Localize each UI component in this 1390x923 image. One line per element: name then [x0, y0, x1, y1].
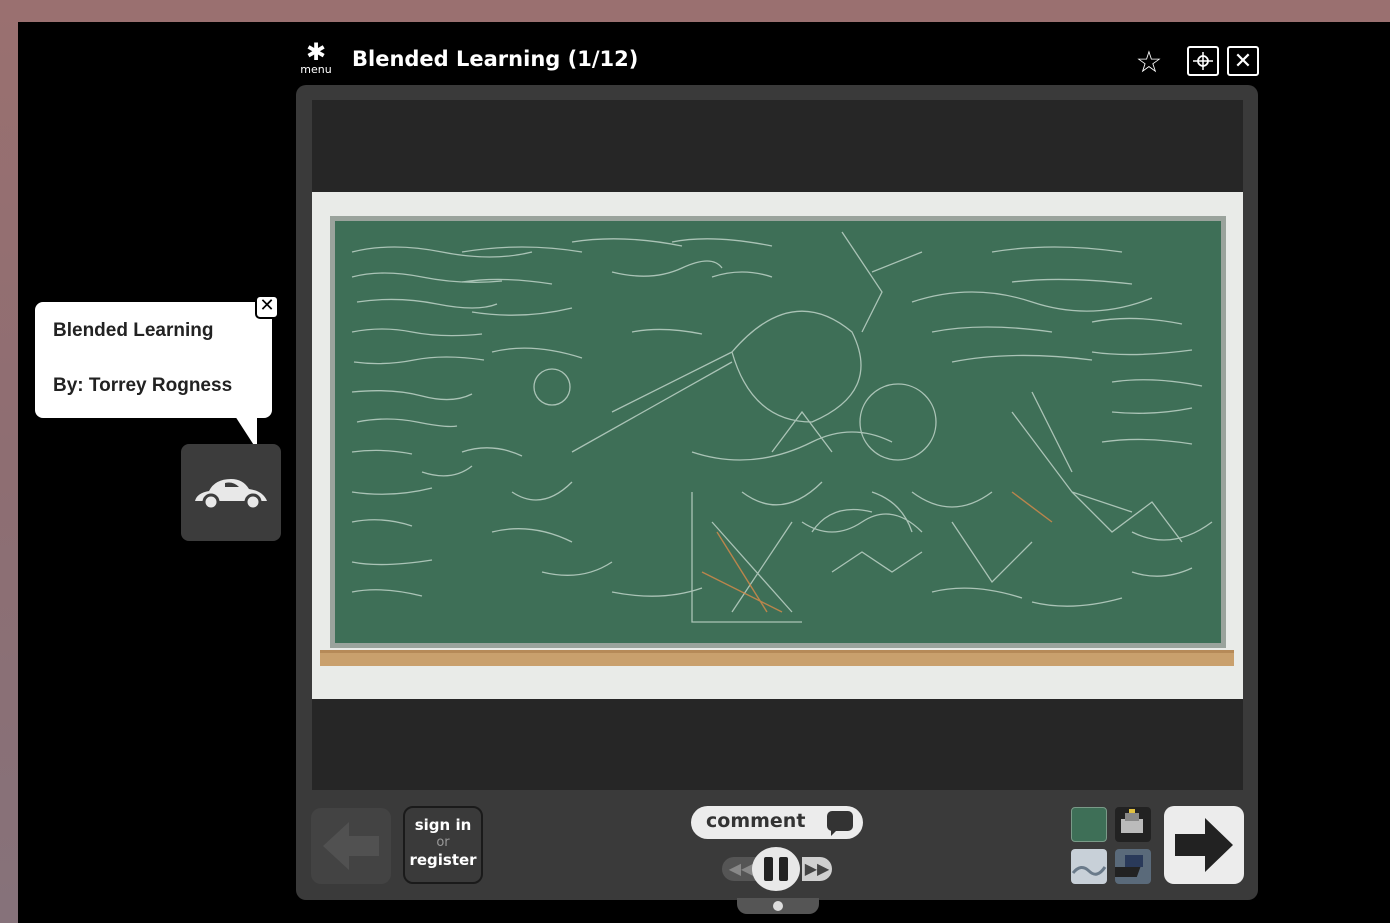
comment-button[interactable]: comment [691, 806, 863, 839]
tooltip-author: By: Torrey Rogness [53, 375, 233, 396]
gear-icon: ✱ [305, 38, 327, 66]
close-icon: ✕ [259, 295, 275, 316]
car-icon [195, 478, 267, 510]
pause-icon-bar [779, 857, 788, 881]
comment-label: comment [706, 810, 806, 832]
fit-screen-button[interactable] [1187, 46, 1219, 76]
progress-slider[interactable] [737, 898, 819, 914]
previous-button[interactable] [311, 808, 391, 884]
playback-controls: ◀◀ ▶▶ [722, 847, 832, 891]
thumbnail-3[interactable] [1071, 849, 1107, 884]
favorite-button[interactable]: ☆ [1133, 44, 1165, 80]
theme-button[interactable] [181, 444, 281, 541]
register-label: register [409, 851, 477, 869]
thumbnail-2[interactable] [1115, 807, 1151, 842]
pause-button[interactable] [752, 847, 800, 891]
progress-handle[interactable] [773, 901, 783, 911]
close-icon: ✕ [1233, 48, 1253, 74]
info-tooltip: Blended Learning By: Torrey Rogness [35, 302, 272, 450]
slide-photo[interactable] [312, 192, 1243, 699]
menu-button[interactable]: ✱ menu [295, 40, 337, 80]
tooltip-close-button[interactable]: ✕ [255, 295, 279, 319]
slideshow-title: Blended Learning (1/12) [352, 47, 639, 71]
fit-screen-icon [1193, 52, 1213, 70]
sign-in-register-button[interactable]: sign in or register [403, 806, 483, 884]
thumbnail-1[interactable] [1071, 807, 1107, 842]
star-icon: ☆ [1135, 44, 1163, 80]
thumbnail-grid [1071, 807, 1153, 885]
fast-forward-button[interactable]: ▶▶ [802, 857, 832, 881]
or-label: or [436, 835, 450, 850]
speech-bubble-icon [827, 811, 853, 836]
next-button[interactable] [1164, 806, 1244, 884]
sign-in-label: sign in [414, 816, 472, 834]
thumbnail-4[interactable] [1115, 849, 1151, 884]
arrow-right-icon [1175, 818, 1233, 872]
tooltip-title: Blended Learning [53, 320, 214, 341]
arrow-left-icon [323, 822, 379, 870]
close-button[interactable]: ✕ [1227, 46, 1259, 76]
pause-icon-bar [764, 857, 773, 881]
menu-label: menu [300, 63, 332, 76]
